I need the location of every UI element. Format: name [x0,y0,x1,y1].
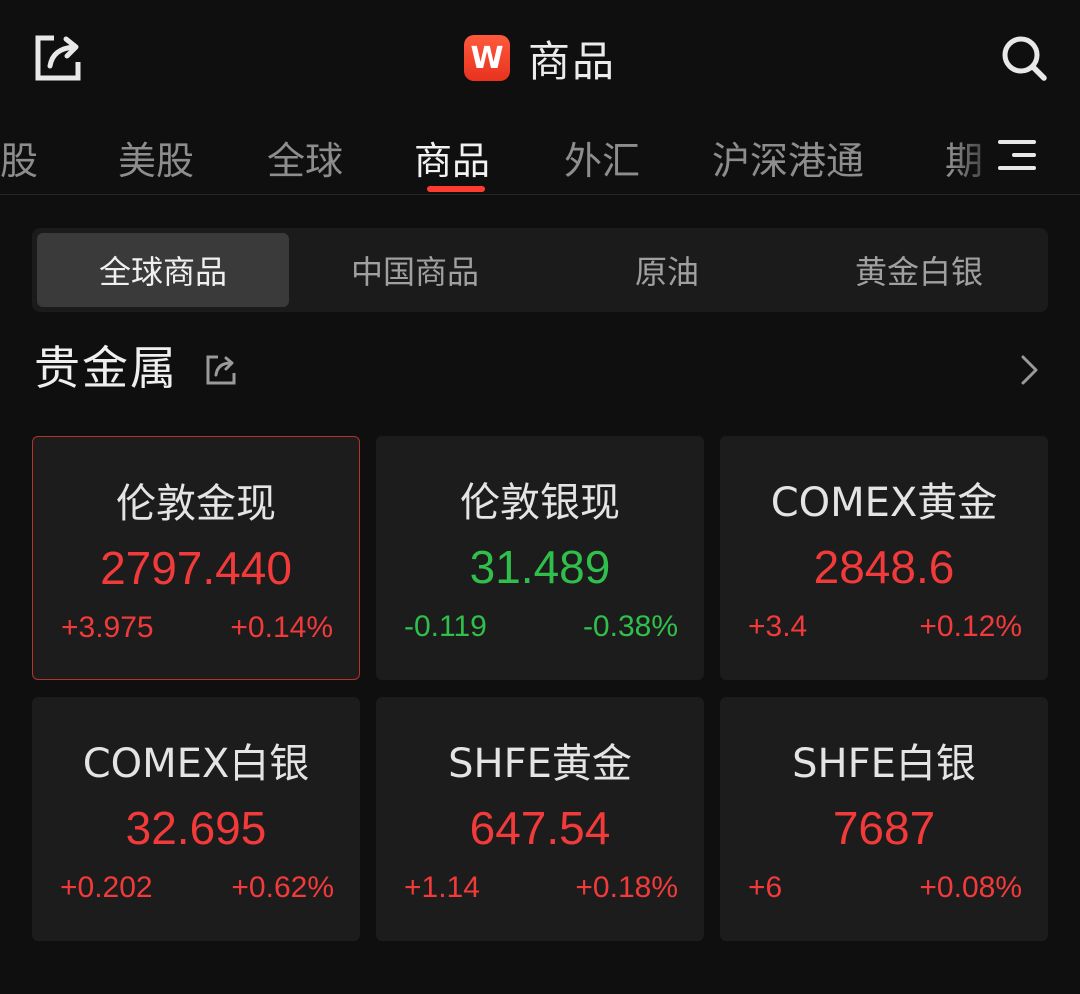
last-price: 647.54 [469,802,611,854]
search-icon[interactable] [998,32,1050,84]
instrument-name: SHFE黄金 [448,741,632,787]
price-change: +3.975 [61,611,154,644]
tab-commodities[interactable]: 商品 [414,130,490,185]
instrument-name: COMEX黄金 [770,480,998,526]
instrument-name: 伦敦金现 [116,481,276,527]
price-change: +3.4 [748,610,808,643]
menu-icon[interactable] [996,138,1036,174]
quote-card-london-gold[interactable]: 伦敦金现 2797.440 +3.975 +0.14% [32,436,360,680]
quote-card-shfe-gold[interactable]: SHFE黄金 647.54 +1.14 +0.18% [376,697,704,941]
commodities-page: W 商品 港股 美股 全球 商品 外汇 沪深港通 期 全球商品 中国商品 原油 … [0,0,1080,994]
price-change: +6 [748,871,783,904]
price-change: +1.14 [404,871,480,904]
active-tab-indicator [427,186,485,192]
percent-change: +0.14% [230,611,333,644]
last-price: 2848.6 [813,541,955,593]
segment-global-commodities[interactable]: 全球商品 [37,233,289,307]
quote-card-comex-gold[interactable]: COMEX黄金 2848.6 +3.4 +0.12% [720,436,1048,680]
quote-card-shfe-silver[interactable]: SHFE白银 7687 +6 +0.08% [720,697,1048,941]
percent-change: +0.62% [231,871,334,904]
last-price: 7687 [832,802,936,854]
app-title-group: W 商品 [0,28,1080,88]
app-logo-icon: W [463,35,510,81]
page-title: 商品 [527,36,616,86]
tab-us-stocks[interactable]: 美股 [118,130,194,185]
price-change: -0.119 [404,610,487,643]
segment-gold-silver[interactable]: 黄金白银 [793,233,1045,307]
quote-card-comex-silver[interactable]: COMEX白银 32.695 +0.202 +0.62% [32,697,360,941]
percent-change: -0.38% [582,610,678,643]
section-title[interactable]: 贵金属 [34,332,178,398]
top-bar: W 商品 [0,0,1080,115]
segment-china-commodities[interactable]: 中国商品 [289,233,541,307]
percent-change: +0.18% [575,871,678,904]
tab-forex[interactable]: 外汇 [564,130,640,185]
last-price: 31.489 [469,541,611,593]
chevron-right-icon[interactable] [1018,352,1042,388]
tab-stock-connect[interactable]: 沪深港通 [712,130,864,185]
instrument-name: SHFE白银 [792,741,976,787]
percent-change: +0.08% [919,871,1022,904]
percent-change: +0.12% [919,610,1022,643]
price-change: +0.202 [60,871,153,904]
market-tabs: 港股 美股 全球 商品 外汇 沪深港通 期 [0,118,1080,195]
quote-card-london-silver[interactable]: 伦敦银现 31.489 -0.119 -0.38% [376,436,704,680]
instrument-name: 伦敦银现 [460,480,620,526]
category-segmented-control: 全球商品 中国商品 原油 黄金白银 [32,228,1048,312]
last-price: 2797.440 [100,542,292,594]
tab-hk-stocks[interactable]: 港股 [0,130,38,185]
instrument-name: COMEX白银 [82,741,310,787]
tab-global[interactable]: 全球 [267,130,343,185]
share-icon[interactable] [203,352,239,388]
last-price: 32.695 [125,802,267,854]
segment-crude-oil[interactable]: 原油 [541,233,793,307]
